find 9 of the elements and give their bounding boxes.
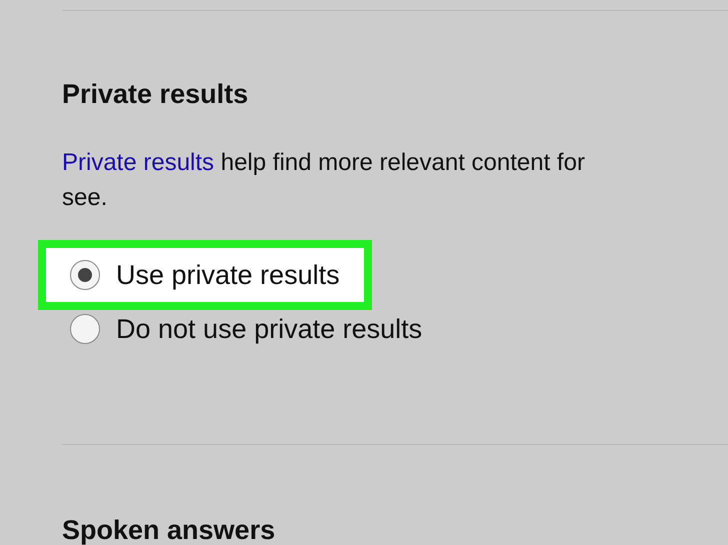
section-heading: Private results bbox=[62, 79, 250, 110]
description-text: Private results help find more relevant content for see. bbox=[62, 148, 586, 213]
radio-button[interactable] bbox=[70, 314, 100, 344]
private-results-link[interactable]: Private results bbox=[62, 149, 214, 176]
highlight-frame[interactable]: Use private results bbox=[38, 240, 372, 310]
option-label: Use private results bbox=[116, 260, 340, 290]
option-label: Do not use private results bbox=[116, 314, 422, 344]
radio-button[interactable] bbox=[70, 260, 100, 290]
section-heading: Spoken answers bbox=[62, 515, 276, 545]
